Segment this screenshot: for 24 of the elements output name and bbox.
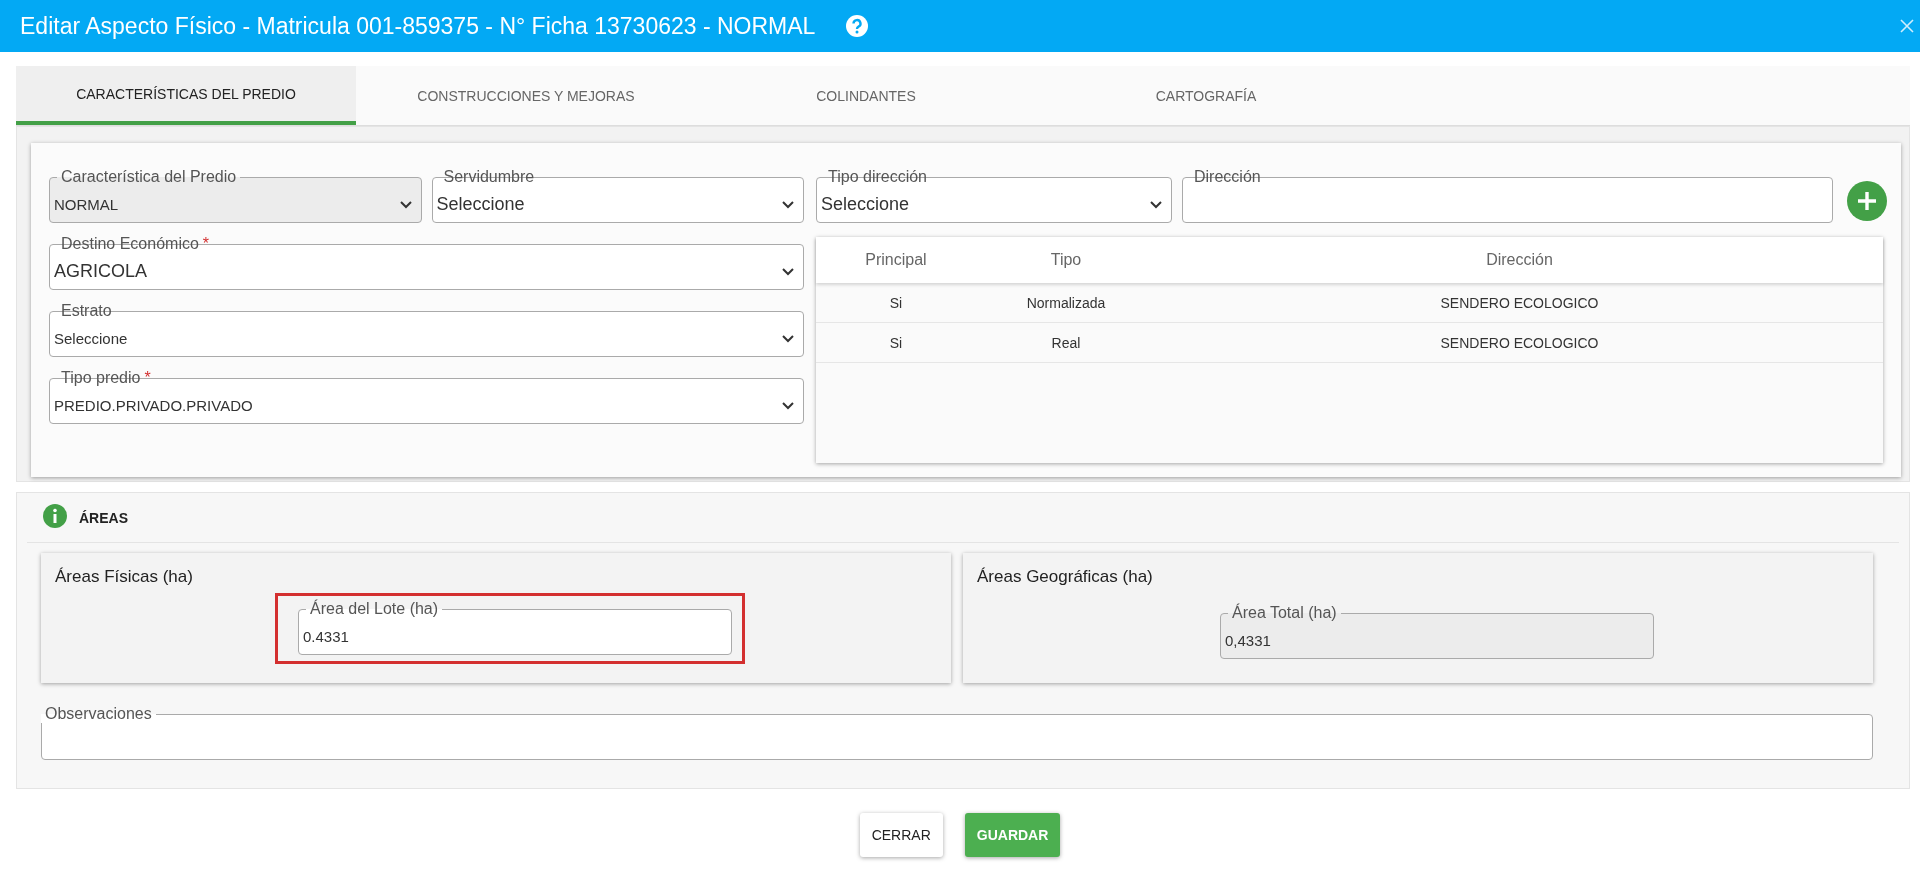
table-cell-text: Normalizada: [1025, 294, 1107, 311]
column-header: Dirección: [1485, 251, 1554, 269]
close-button[interactable]: CERRAR: [859, 813, 943, 857]
column-header: Tipo: [1049, 251, 1083, 269]
close-icon[interactable]: [1900, 19, 1914, 33]
table-cell-text: Real: [1050, 334, 1082, 351]
help-icon[interactable]: [845, 14, 870, 38]
field-label: Tipo dirección: [828, 168, 927, 186]
tab[interactable]: COLINDANTES: [696, 66, 1036, 125]
tab[interactable]: CARACTERÍSTICAS DEL PREDIO: [16, 66, 356, 125]
table-cell-text: SENDERO ECOLOGICO: [1439, 334, 1600, 351]
table-cell-text: Si: [888, 334, 904, 351]
card-title: Áreas Geográficas (ha): [977, 567, 1154, 587]
section-title: ÁREAS: [79, 509, 128, 526]
tab[interactable]: CARTOGRAFÍA: [1036, 66, 1376, 125]
field-label: Dirección: [1194, 168, 1261, 186]
card-title: Áreas Físicas (ha): [55, 567, 194, 587]
column-header: Principal: [864, 251, 928, 269]
table-cell-text: SENDERO ECOLOGICO: [1439, 294, 1600, 311]
window-title: Editar Aspecto Físico - Matricula 001-859375 - N° Ficha 13730623 - NORMAL: [20, 12, 816, 40]
field-label: Observaciones: [45, 705, 152, 723]
tab[interactable]: CONSTRUCCIONES Y MEJORAS: [356, 66, 696, 125]
table-cell-text: Si: [888, 294, 904, 311]
add-icon[interactable]: [1847, 181, 1887, 221]
